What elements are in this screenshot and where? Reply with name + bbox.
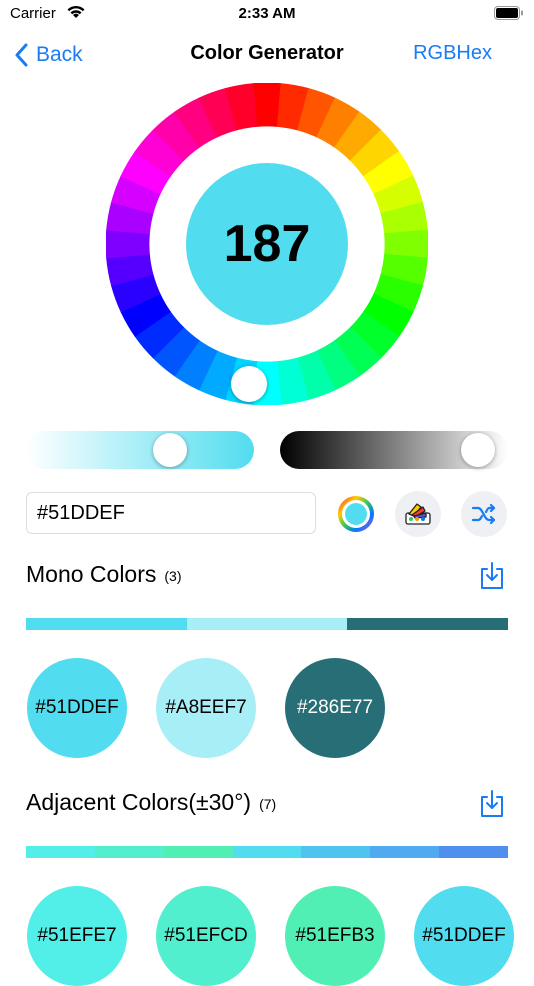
hex-color-input[interactable] xyxy=(26,492,316,534)
adjacent-bar-segment xyxy=(301,846,371,858)
adjacent-bar-segment xyxy=(26,846,95,858)
brightness-slider[interactable] xyxy=(280,431,508,469)
adjacent-swatch-label: #51EFB3 xyxy=(295,925,375,946)
mono-swatch[interactable]: #A8EEF7 xyxy=(156,658,256,758)
hue-value-display: 187 xyxy=(186,163,348,325)
mono-colors-title: Mono Colors xyxy=(26,561,157,587)
mono-swatch-label: #A8EEF7 xyxy=(165,697,247,718)
mono-colors-count: (3) xyxy=(164,567,182,584)
brightness-slider-knob[interactable] xyxy=(461,433,495,467)
adjacent-swatch-list: #51EFE7 #51EFCD #51EFB3 #51DDEF xyxy=(0,886,534,986)
adjacent-swatch[interactable]: #51EFB3 xyxy=(285,886,385,986)
mono-color-bar xyxy=(26,618,509,630)
color-ring-icon xyxy=(338,496,374,532)
color-fan-icon xyxy=(405,503,431,525)
palette-button[interactable] xyxy=(395,491,441,537)
mono-swatch-list: #51DDEF #A8EEF7 #286E77 xyxy=(0,658,534,758)
adjacent-swatch-label: #51DDEF xyxy=(422,925,506,946)
mono-swatch[interactable]: #51DDEF xyxy=(27,658,127,758)
adjacent-color-bar xyxy=(26,846,509,858)
adjacent-bar-segment xyxy=(370,846,440,858)
adjacent-swatch[interactable]: #51EFE7 xyxy=(27,886,127,986)
adjacent-swatch[interactable]: #51DDEF xyxy=(414,886,514,986)
rgbhex-button[interactable]: RGBHex xyxy=(413,42,492,65)
adjacent-swatch-label: #51EFCD xyxy=(164,925,248,946)
saturation-slider-knob[interactable] xyxy=(153,433,187,467)
status-time: 2:33 AM xyxy=(238,5,296,22)
saturation-slider[interactable] xyxy=(26,431,254,469)
adjacent-swatch[interactable]: #51EFCD xyxy=(156,886,256,986)
adjacent-colors-header: Adjacent Colors(±30°) (7) xyxy=(26,789,276,816)
shuffle-button[interactable] xyxy=(461,491,507,537)
hue-segment[interactable] xyxy=(106,229,150,259)
mono-bar-segment xyxy=(26,618,187,630)
mono-bar-segment xyxy=(186,618,348,630)
mono-download-icon[interactable] xyxy=(477,561,507,591)
adjacent-download-icon[interactable] xyxy=(477,789,507,819)
mono-colors-header: Mono Colors (3) xyxy=(26,561,182,588)
hue-wheel-knob[interactable] xyxy=(231,366,267,402)
mono-bar-segment xyxy=(347,618,509,630)
adjacent-bar-segment xyxy=(232,846,302,858)
hue-segment[interactable] xyxy=(252,83,282,127)
battery-icon xyxy=(494,6,524,20)
color-picker-button[interactable] xyxy=(333,491,379,537)
mono-swatch-label: #51DDEF xyxy=(35,697,119,718)
mono-swatch[interactable]: #286E77 xyxy=(285,658,385,758)
adjacent-bar-segment xyxy=(163,846,233,858)
adjacent-colors-count: (7) xyxy=(259,795,277,812)
adjacent-bar-segment xyxy=(439,846,509,858)
hue-segment[interactable] xyxy=(384,229,428,259)
adjacent-swatch-label: #51EFE7 xyxy=(37,925,117,946)
mono-swatch-label: #286E77 xyxy=(296,697,374,718)
shuffle-icon xyxy=(471,503,496,525)
adjacent-colors-title: Adjacent Colors(±30°) xyxy=(26,789,252,815)
adjacent-bar-segment xyxy=(94,846,164,858)
